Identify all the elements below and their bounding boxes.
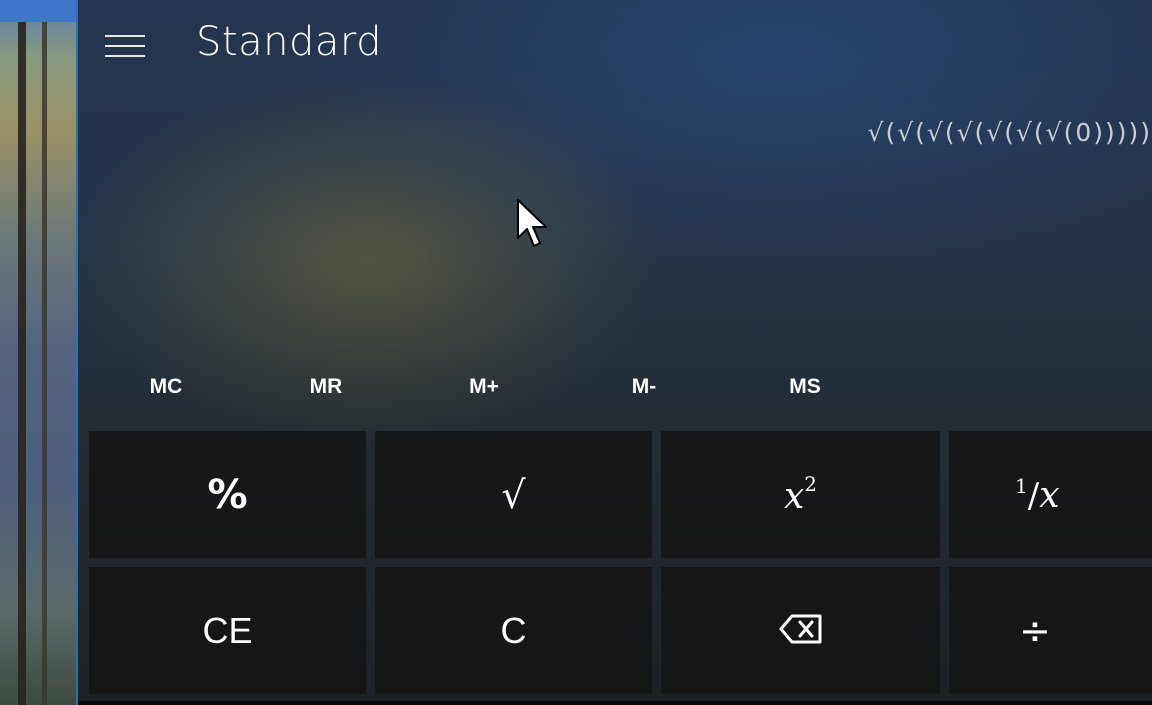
- mouse-pointer-icon: [516, 198, 552, 250]
- reciprocal-button[interactable]: 1/x: [949, 431, 1152, 558]
- clear-entry-button[interactable]: CE: [89, 567, 366, 694]
- square-root-button[interactable]: √: [375, 431, 652, 558]
- divide-button[interactable]: ÷: [949, 567, 1152, 694]
- square-button[interactable]: x2: [661, 431, 940, 558]
- clear-button[interactable]: C: [375, 567, 652, 694]
- divide-label: ÷: [1019, 608, 1051, 653]
- reciprocal-denominator: x: [1039, 474, 1060, 516]
- square-base: x: [783, 476, 805, 517]
- backspace-button[interactable]: [661, 567, 940, 694]
- square-exponent: 2: [804, 472, 818, 496]
- keypad: % √ x2 1/x CE C ÷: [78, 0, 1152, 705]
- percent-label: %: [207, 471, 248, 518]
- next-row-edge: [78, 701, 1152, 705]
- clear-label: C: [500, 609, 527, 651]
- square-root-label: √: [501, 472, 526, 517]
- calculator-window: Standard √(√(√(√(√(√(√(0))))) MC MR M+ M…: [76, 0, 1152, 705]
- percent-button[interactable]: %: [89, 431, 366, 558]
- clear-entry-label: CE: [202, 609, 253, 651]
- square-label: x2: [784, 472, 817, 517]
- desktop-sky: [0, 0, 76, 22]
- reciprocal-numerator: 1: [1015, 473, 1028, 498]
- backspace-icon: [779, 614, 823, 648]
- reciprocal-label: 1/x: [1015, 473, 1060, 516]
- desktop-background: [0, 0, 76, 705]
